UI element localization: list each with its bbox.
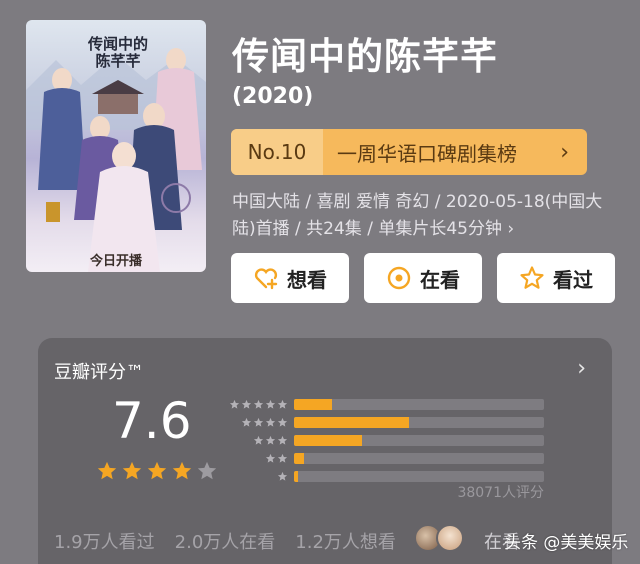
ranking-number: No.10 [231, 129, 323, 175]
distribution-bar-track [294, 398, 544, 410]
rating-distribution [224, 396, 544, 486]
star-small-icon [277, 417, 288, 427]
distribution-bar-track [294, 470, 544, 482]
distribution-bar-fill [294, 470, 298, 482]
watched-count[interactable]: 1.9万人看过 [54, 528, 155, 554]
star-filled-icon [97, 461, 117, 480]
distribution-stars [224, 399, 288, 410]
star-filled-icon [147, 461, 167, 480]
star-outline-icon [520, 266, 544, 289]
star-small-icon [253, 435, 264, 445]
distribution-bar-fill [294, 416, 409, 428]
star-small-icon [253, 399, 264, 409]
poster-title: 传闻中的陈芊芊 [87, 35, 148, 70]
watched-button[interactable]: 看过 [497, 253, 615, 303]
drama-poster[interactable]: 传闻中的陈芊芊 今日开播 [26, 20, 206, 272]
distribution-bar-track [294, 452, 544, 464]
watching-count[interactable]: 2.0万人在看 [175, 528, 276, 554]
star-small-icon [265, 435, 276, 445]
star-small-icon [265, 399, 276, 409]
star-small-icon [229, 399, 240, 409]
star-small-icon [241, 417, 252, 427]
ranking-label: 一周华语口碑剧集榜 [337, 141, 517, 166]
chevron-right-icon: › [560, 139, 569, 165]
ranking-banner[interactable]: No.10 一周华语口碑剧集榜 › [231, 129, 587, 175]
watched-label: 看过 [553, 267, 593, 292]
distribution-row [224, 450, 544, 466]
distribution-bar-fill [294, 434, 362, 446]
watching-button[interactable]: 在看 [364, 253, 482, 303]
vote-count: 38071人评分 [457, 485, 544, 501]
distribution-stars [224, 471, 288, 482]
distribution-stars [224, 453, 288, 464]
star-small-icon [265, 417, 276, 427]
want-to-watch-button[interactable]: 想看 [231, 253, 349, 303]
want-count[interactable]: 1.2万人想看 [295, 528, 396, 554]
poster-subtitle: 今日开播 [89, 254, 142, 269]
star-empty-icon [197, 461, 217, 480]
distribution-row [224, 414, 544, 430]
star-small-icon [253, 417, 264, 427]
audience-stats: 1.9万人看过 2.0万人在看 1.2万人想看 [54, 528, 396, 554]
release-year: (2020) [232, 84, 314, 109]
distribution-stars [224, 435, 288, 446]
heart-plus-icon [254, 268, 278, 290]
circle-dot-icon [387, 266, 411, 290]
distribution-bar-fill [294, 398, 332, 410]
star-small-icon [277, 471, 288, 481]
friend-avatars[interactable] [414, 524, 464, 552]
rating-stars [96, 460, 218, 482]
avatar [436, 524, 464, 552]
chevron-right-icon[interactable]: › [577, 356, 586, 381]
distribution-row [224, 396, 544, 412]
drama-meta-info[interactable]: 中国大陆 / 喜剧 爱情 奇幻 / 2020-05-18(中国大陆)首播 / 共… [232, 189, 612, 243]
distribution-bar-fill [294, 452, 304, 464]
distribution-row [224, 432, 544, 448]
distribution-bar-track [294, 416, 544, 428]
rating-score: 7.6 [112, 392, 192, 450]
star-small-icon [265, 453, 276, 463]
watermark: 头条 @美美娱乐 [504, 533, 629, 553]
distribution-bar-track [294, 434, 544, 446]
star-small-icon [277, 453, 288, 463]
rating-card-title: 豆瓣评分™ [54, 362, 144, 383]
drama-title: 传闻中的陈芊芊 [232, 35, 498, 78]
want-to-watch-label: 想看 [287, 267, 327, 292]
star-filled-icon [122, 461, 142, 480]
distribution-stars [224, 417, 288, 428]
star-filled-icon [172, 461, 192, 480]
star-small-icon [277, 435, 288, 445]
action-buttons: 想看 在看 看过 [231, 253, 615, 303]
watching-label: 在看 [420, 267, 460, 292]
star-small-icon [277, 399, 288, 409]
star-small-icon [241, 399, 252, 409]
